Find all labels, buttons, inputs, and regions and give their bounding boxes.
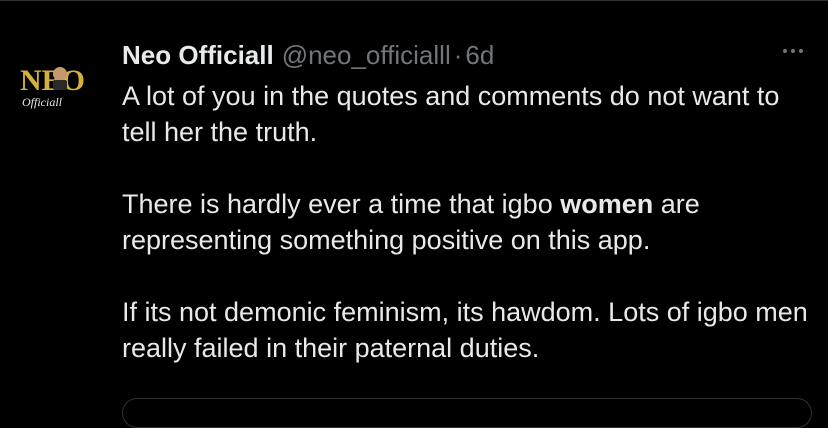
tweet-paragraph-2: There is hardly ever a time that igbo wo… <box>122 186 812 258</box>
quote-card[interactable] <box>122 398 812 428</box>
separator-dot: · <box>453 40 463 70</box>
top-divider <box>0 0 828 1</box>
paragraph-2-before: There is hardly ever a time that igbo <box>122 189 561 219</box>
more-horizontal-icon[interactable] <box>776 40 810 62</box>
paragraph-2-bold: women <box>560 189 654 219</box>
tweet-paragraph-3: If its not demonic feminism, its hawdom.… <box>122 297 808 363</box>
tweet-text: A lot of you in the quotes and comments … <box>122 78 812 366</box>
tweet-paragraph-1: A lot of you in the quotes and comments … <box>122 81 780 147</box>
avatar[interactable]: NEO Officiall <box>16 58 104 118</box>
display-name[interactable]: Neo Officiall <box>122 40 274 71</box>
timestamp[interactable]: 6d <box>465 40 494 71</box>
logo-text: NEO <box>20 64 85 97</box>
more-dot <box>799 49 803 53</box>
tweet-header: Neo Officiall @neo_officialll · 6d <box>122 40 494 71</box>
logo-subtext: Officiall <box>22 95 63 109</box>
logo-baby-suit <box>53 80 67 90</box>
user-handle[interactable]: @neo_officialll <box>282 40 451 71</box>
more-dot <box>791 49 795 53</box>
more-dot <box>783 49 787 53</box>
logo-baby-face <box>53 67 67 81</box>
neo-logo-icon: NEO Officiall <box>20 64 85 109</box>
